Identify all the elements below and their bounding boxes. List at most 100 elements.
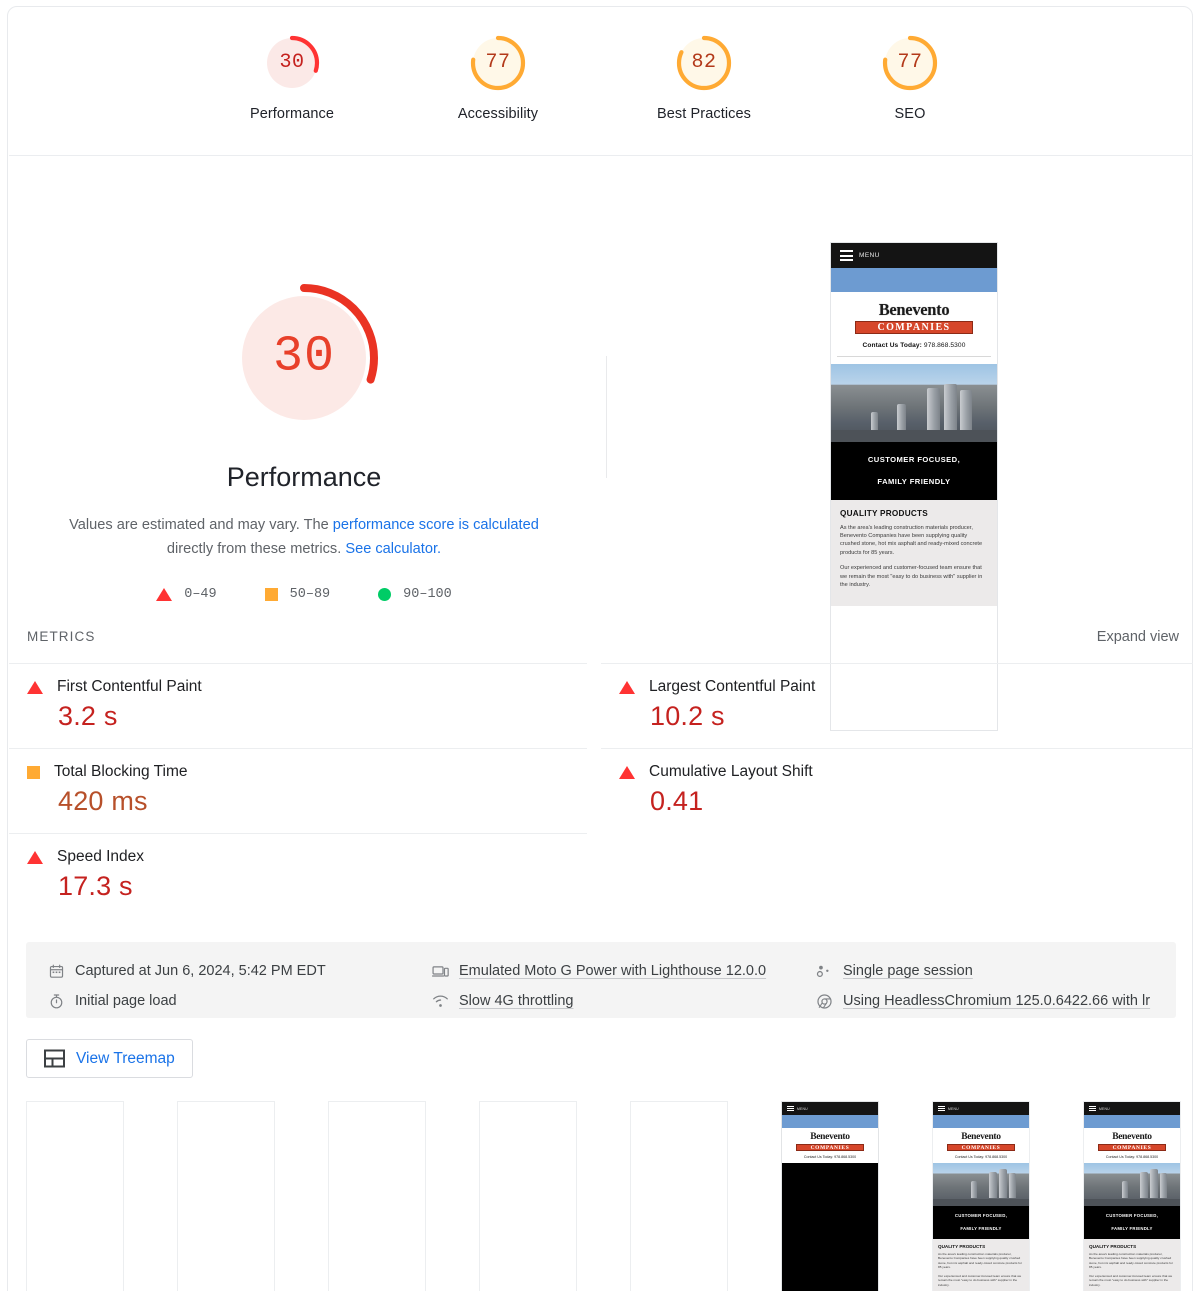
gauge-label-accessibility: Accessibility	[457, 106, 539, 122]
filmstrip-frame[interactable]: MENU Benevento COMPANIES Contact Us Toda…	[1083, 1101, 1181, 1291]
performance-summary-block: 30 Performance Values are estimated and …	[9, 156, 1193, 731]
metric-value: 10.2 s	[650, 701, 725, 731]
gauge-ring-accessibility: 77	[467, 32, 529, 94]
site-logo-area: Benevento COMPANIES Contact Us Today: 97…	[1084, 1128, 1180, 1163]
hamburger-menu-icon	[840, 248, 853, 264]
site-hero-text: CUSTOMER FOCUSED, FAMILY FRIENDLY	[933, 1205, 1029, 1239]
site-nav-bar: MENU	[933, 1102, 1029, 1115]
site-section-title: QUALITY PRODUCTS	[840, 508, 929, 518]
site-hero-image	[933, 1162, 1029, 1206]
site-paragraph-2: Our experienced and customer-focused tea…	[1089, 1273, 1173, 1288]
gauge-list: 30 Performance 77 Accessibility 82 Best …	[9, 8, 1193, 122]
filmstrip-frame[interactable]	[177, 1101, 275, 1291]
site-logo-subtitle: COMPANIES	[1098, 1143, 1166, 1151]
score-gauge-accessibility[interactable]: 77 Accessibility	[432, 32, 564, 122]
legend-item-average: 50–89	[264, 587, 330, 602]
site-contact-label: Contact Us Today:	[954, 1154, 985, 1159]
vertical-divider	[606, 356, 607, 478]
screenshot-filmstrip: MENU Benevento COMPANIES Contact Us Toda…	[26, 1101, 1186, 1291]
filmstrip-frame[interactable]	[630, 1101, 728, 1291]
metric-total-blocking-time[interactable]: Total Blocking Time 420 ms	[9, 748, 587, 833]
filmstrip-blank	[178, 1102, 274, 1291]
metrics-heading: METRICS	[27, 629, 96, 644]
env-session-type[interactable]: Single page session	[816, 956, 1150, 986]
site-contact-label: Contact Us Today:	[803, 1154, 834, 1159]
metric-largest-contentful-paint[interactable]: Largest Contentful Paint 10.2 s	[601, 663, 1193, 748]
gauge-ring-seo: 77	[879, 32, 941, 94]
metric-speed-index[interactable]: Speed Index 17.3 s	[9, 833, 587, 918]
network-icon	[433, 994, 448, 1007]
stopwatch-icon	[50, 993, 63, 1008]
metric-cumulative-layout-shift[interactable]: Cumulative Layout Shift 0.41	[601, 748, 1193, 833]
env-user-agent[interactable]: Using HeadlessChromium 125.0.6422.66 wit…	[816, 986, 1150, 1016]
site-hero-line-1: CUSTOMER FOCUSED,	[954, 1212, 1008, 1218]
site-blue-band	[1084, 1115, 1180, 1128]
env-text: Captured at Jun 6, 2024, 5:42 PM EDT	[75, 963, 326, 979]
env-text: Slow 4G throttling	[459, 993, 574, 1009]
site-contact-phone: 978.868.5300	[985, 1154, 1008, 1159]
legend-range-fail: 0–49	[184, 587, 217, 602]
site-hero-line-2: FAMILY FRIENDLY	[877, 476, 951, 486]
see-calculator-link[interactable]: See calculator.	[345, 541, 441, 557]
site-hero-image	[1084, 1162, 1180, 1206]
site-paragraph-1: As the area's leading construction mater…	[840, 524, 983, 556]
category-scores-strip: 30 Performance 77 Accessibility 82 Best …	[9, 8, 1193, 156]
expand-view-toggle[interactable]: Expand view	[1097, 629, 1179, 645]
env-text: Initial page load	[75, 993, 177, 1009]
site-paragraph-2: Our experienced and customer-focused tea…	[938, 1273, 1022, 1288]
site-hero-line-2: FAMILY FRIENDLY	[960, 1225, 1002, 1231]
circle-icon	[378, 588, 392, 601]
performance-gauge-large: 30	[226, 280, 382, 436]
site-body: QUALITY PRODUCTS As the area's leading c…	[831, 499, 997, 607]
site-menu-label: MENU	[1099, 1106, 1110, 1111]
environment-column-2: Emulated Moto G Power with Lighthouse 12…	[432, 956, 766, 1016]
site-section-title: QUALITY PRODUCTS	[1089, 1243, 1137, 1249]
env-throttling[interactable]: Slow 4G throttling	[432, 986, 766, 1016]
performance-score-value: 30	[272, 328, 335, 386]
view-treemap-label: View Treemap	[76, 1049, 175, 1067]
filmstrip-frame[interactable]: MENU Benevento COMPANIES Contact Us Toda…	[932, 1101, 1030, 1291]
site-section-title: QUALITY PRODUCTS	[938, 1243, 986, 1249]
site-paragraph-1: As the area's leading construction mater…	[1089, 1251, 1173, 1270]
metric-first-contentful-paint[interactable]: First Contentful Paint 3.2 s	[9, 663, 587, 748]
score-gauge-performance[interactable]: 30 Performance	[226, 32, 358, 122]
env-text: Single page session	[843, 963, 973, 979]
site-logo-subtitle: COMPANIES	[855, 320, 973, 334]
legend-range-pass: 90–100	[403, 587, 452, 602]
metric-value: 420 ms	[58, 786, 148, 816]
score-gauge-best-practices[interactable]: 82 Best Practices	[638, 32, 770, 122]
score-gauge-seo[interactable]: 77 SEO	[844, 32, 976, 122]
env-emulated-device[interactable]: Emulated Moto G Power with Lighthouse 12…	[432, 956, 766, 986]
filmstrip-frame[interactable]	[479, 1101, 577, 1291]
metrics-grid: First Contentful Paint 3.2 s Total Block…	[9, 663, 1193, 918]
legend-item-pass: 90–100	[378, 587, 452, 602]
filmstrip-blank	[480, 1102, 576, 1291]
filmstrip-frame[interactable]	[26, 1101, 124, 1291]
site-contact-label: Contact Us Today:	[1105, 1154, 1136, 1159]
filmstrip-frame[interactable]: MENU Benevento COMPANIES Contact Us Toda…	[781, 1101, 879, 1291]
site-divider	[837, 355, 991, 357]
site-blue-band	[933, 1115, 1029, 1128]
gauge-value-seo: 77	[897, 51, 923, 75]
site-logo-area: Benevento COMPANIES Contact Us Today: 97…	[831, 292, 997, 364]
filmstrip-frame[interactable]	[328, 1101, 426, 1291]
performance-gauge-panel: 30 Performance Values are estimated and …	[9, 156, 599, 602]
filmstrip-blank	[27, 1102, 123, 1291]
site-nav-bar: MENU	[1084, 1102, 1180, 1115]
site-blue-band	[782, 1115, 878, 1128]
site-hero-line-1: CUSTOMER FOCUSED,	[1105, 1212, 1159, 1218]
devices-icon	[432, 965, 449, 977]
hamburger-menu-icon	[787, 1105, 794, 1113]
site-hero-text: CUSTOMER FOCUSED, FAMILY FRIENDLY	[1084, 1205, 1180, 1239]
gauge-ring-performance: 30	[261, 32, 323, 94]
perf-desc-text-1: Values are estimated and may vary. The	[69, 517, 333, 533]
metrics-column-left: First Contentful Paint 3.2 s Total Block…	[9, 663, 601, 918]
performance-description: Values are estimated and may vary. The p…	[54, 513, 554, 561]
site-nav-bar: MENU	[831, 243, 997, 268]
performance-score-calculated-link[interactable]: performance score is calculated	[333, 517, 539, 533]
view-treemap-button[interactable]: View Treemap	[26, 1039, 193, 1078]
filmstrip-full: MENU Benevento COMPANIES Contact Us Toda…	[1084, 1102, 1180, 1291]
hamburger-menu-icon	[1089, 1105, 1096, 1113]
triangle-icon	[27, 850, 43, 864]
site-menu-label: MENU	[859, 252, 880, 259]
